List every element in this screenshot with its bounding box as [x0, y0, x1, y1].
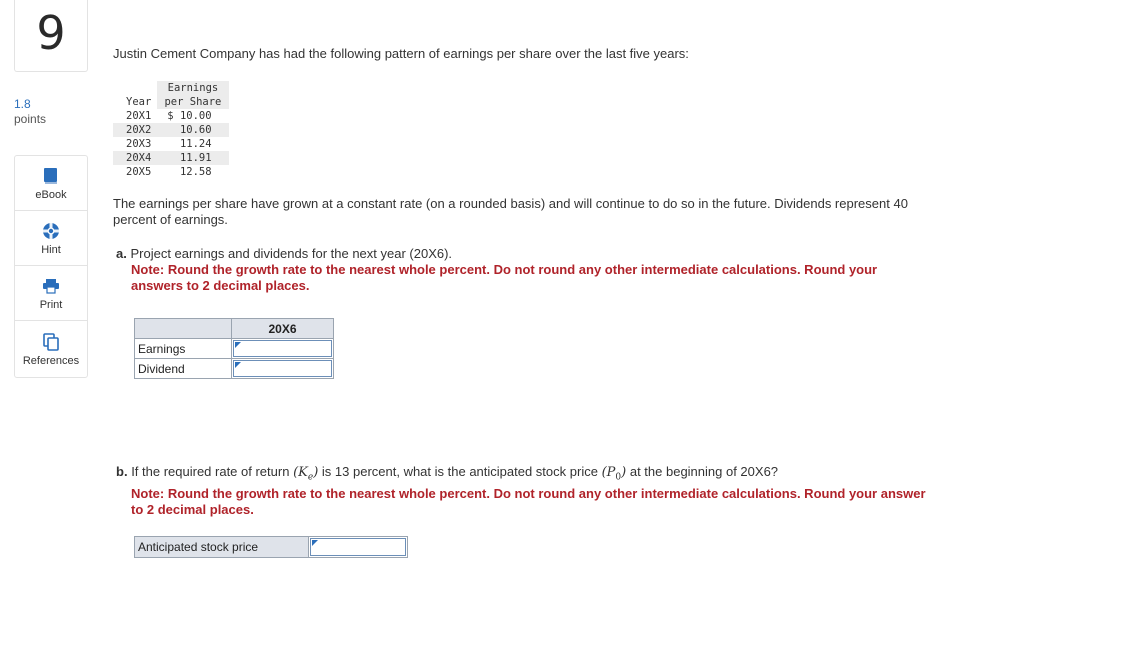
stock-price-input[interactable] [310, 538, 406, 556]
ebook-label: eBook [35, 188, 67, 201]
eps-cell: $ 10.00 [167, 110, 212, 122]
tools-panel: eBook Hint Print References [14, 155, 88, 378]
eps-cell: 11.91 [157, 151, 229, 165]
hint-button[interactable]: Hint [15, 211, 87, 266]
table-row: Anticipated stock price [134, 536, 408, 558]
answer-table-corner [134, 318, 232, 339]
year-cell: 20X5 [126, 166, 152, 178]
part-b-text-3: at the beginning of 20X6? [629, 464, 779, 479]
part-b-letter: b. [116, 464, 128, 479]
table-row: Earnings [134, 338, 334, 359]
book-icon [41, 166, 61, 186]
part-b: b. If the required rate of return (Ke) i… [116, 464, 926, 518]
eps-table: Year Earnings per Share 20X1 $ 10.00 20X… [113, 81, 229, 179]
table-row: 20X5 12.58 [113, 165, 229, 179]
table-row: 20X1 $ 10.00 [113, 109, 229, 123]
year-cell: 20X4 [113, 151, 158, 165]
ebook-button[interactable]: eBook [15, 156, 87, 211]
part-a-letter: a. [116, 246, 127, 261]
problem-paragraph: The earnings per share have grown at a c… [113, 196, 908, 227]
references-label: References [22, 354, 80, 367]
eps-header-year: Year [126, 96, 152, 108]
eps-cell: 11.24 [179, 138, 212, 150]
part-b-text-2: is 13 percent, what is the anticipated s… [321, 464, 598, 479]
stock-price-label: Anticipated stock price [134, 536, 309, 558]
eps-cell: 10.60 [157, 123, 229, 137]
hint-label: Hint [41, 243, 61, 256]
stock-price-table: Anticipated stock price [134, 536, 408, 558]
lifebuoy-icon [41, 221, 61, 241]
year-cell: 20X2 [113, 123, 158, 137]
print-label: Print [39, 298, 63, 311]
ke-symbol: (Ke) [293, 465, 319, 483]
year-cell: 20X3 [126, 138, 152, 150]
stock-price-input-cell [308, 536, 408, 558]
eps-cell: 12.58 [179, 166, 212, 178]
p0-symbol: (P0) [601, 465, 627, 483]
question-number-badge: 9 [14, 0, 88, 72]
copy-icon [41, 332, 61, 352]
part-b-text-1: If the required rate of return [131, 464, 290, 479]
eps-header-line1: Earnings [167, 82, 219, 94]
table-row: 20X2 10.60 [113, 123, 229, 137]
dividend-input-cell [231, 358, 334, 379]
earnings-input-cell [231, 338, 334, 359]
answer-table: 20X6 Earnings Dividend [134, 318, 334, 379]
dividend-label: Dividend [134, 358, 232, 379]
print-button[interactable]: Print [15, 266, 87, 321]
intro-text: Justin Cement Company has had the follow… [113, 46, 689, 61]
table-row: Dividend [134, 358, 334, 379]
part-a-text: Project earnings and dividends for the n… [130, 246, 453, 261]
eps-header-line2: per Share [164, 96, 222, 108]
earnings-input[interactable] [233, 340, 332, 357]
points-value: 1.8 [14, 97, 31, 111]
points-label: points [14, 112, 47, 126]
table-row: 20X4 11.91 [113, 151, 229, 165]
points-info: 1.8 points [14, 97, 46, 127]
references-button[interactable]: References [15, 321, 87, 377]
part-a-note: Note: Round the growth rate to the neare… [131, 262, 878, 293]
part-a: a. Project earnings and dividends for th… [116, 246, 926, 294]
dividend-input[interactable] [233, 360, 332, 377]
answer-col-header: 20X6 [231, 318, 334, 339]
printer-icon [41, 276, 61, 296]
question-number: 9 [36, 5, 66, 60]
earnings-label: Earnings [134, 338, 232, 359]
eps-header-eps: Earnings per Share [157, 81, 229, 109]
year-cell: 20X1 [126, 110, 152, 122]
part-b-note: Note: Round the growth rate to the neare… [131, 485, 926, 517]
table-row: 20X3 11.24 [113, 137, 229, 151]
